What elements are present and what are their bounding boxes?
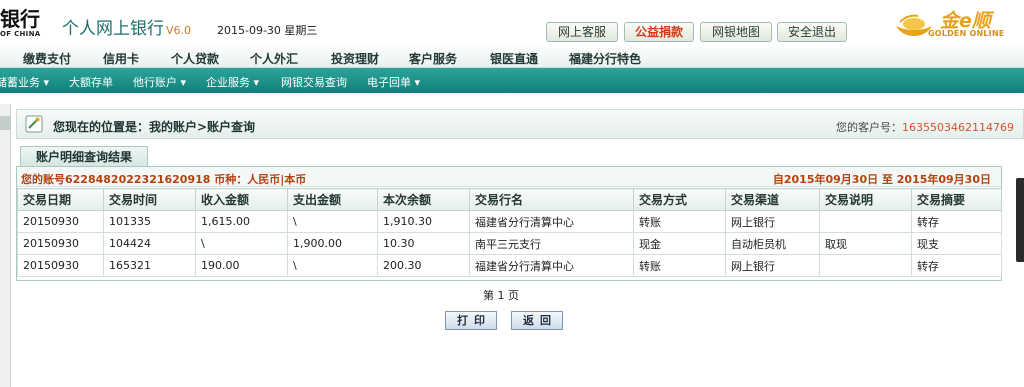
version-label: V6.0	[166, 24, 192, 37]
tab-account-detail-result[interactable]: 账户明细查询结果	[20, 146, 148, 167]
cell: \	[287, 210, 378, 233]
col-expense-amount: 支出金额	[287, 188, 378, 211]
breadcrumb: 您现在的位置是：我的账户>账户查询	[53, 120, 256, 134]
bank-name: 银行	[0, 7, 40, 31]
left-rail-handle[interactable]	[0, 116, 11, 130]
nav-hospital-link[interactable]: 银医直通	[490, 50, 538, 67]
cell: 20150930	[17, 210, 104, 233]
bank-map-button[interactable]: 网银地图	[700, 22, 772, 42]
cell: 网上银行	[725, 254, 820, 277]
cell: 转存	[911, 254, 1002, 277]
cell	[819, 210, 912, 233]
nav-customer-service[interactable]: 客户服务	[409, 50, 457, 67]
cell: 福建省分行清算中心	[469, 254, 634, 277]
right-edge-tab[interactable]	[1016, 178, 1024, 262]
cell: \	[287, 254, 378, 277]
nav-credit-card[interactable]: 信用卡	[103, 50, 139, 67]
table-row: 20150930 104424 \ 1,900.00 10.30 南平三元支行 …	[17, 232, 1002, 255]
charity-donation-button[interactable]: 公益捐款	[624, 22, 694, 42]
nav-personal-forex[interactable]: 个人外汇	[250, 50, 298, 67]
col-trade-method: 交易方式	[633, 188, 726, 211]
golden-online-logo: 金e顺 GOLDEN ONLINE	[894, 6, 1022, 40]
left-rail-scrollbar[interactable]	[0, 104, 11, 387]
cell: 104424	[103, 232, 196, 255]
sub-nav: 储蓄业务 ▾ 大额存单 他行账户 ▾ 企业服务 ▾ 网银交易查询 电子回单 ▾	[0, 68, 1024, 93]
bank-name-english: OF CHINA	[0, 30, 41, 38]
transaction-table: 交易日期 交易时间 收入金额 支出金额 本次余额 交易行名 交易方式 交易渠道 …	[17, 188, 1002, 277]
table-row: 20150930 101335 1,615.00 \ 1,910.30 福建省分…	[17, 210, 1002, 233]
col-trade-summary: 交易摘要	[911, 188, 1002, 211]
nav-bill-payment[interactable]: 缴费支付	[23, 50, 71, 67]
account-number-currency: 您的账号6228482022321620918 币种：人民币|本币	[21, 173, 307, 186]
print-button[interactable]: 打印	[445, 311, 497, 330]
online-service-button[interactable]: 网上客服	[546, 22, 618, 42]
cell: 网上银行	[725, 210, 820, 233]
back-button[interactable]: 返回	[511, 311, 563, 330]
cell: 1,900.00	[287, 232, 378, 255]
cell: 福建省分行清算中心	[469, 210, 634, 233]
col-balance: 本次余额	[377, 188, 470, 211]
nav-personal-loan[interactable]: 个人贷款	[171, 50, 219, 67]
current-date: 2015-09-30 星期三	[217, 24, 318, 37]
cell: 1,615.00	[195, 210, 288, 233]
cell: 现金	[633, 232, 726, 255]
cell: 转账	[633, 210, 726, 233]
col-trade-date: 交易日期	[17, 188, 104, 211]
customer-number-value: 1635503462114769	[902, 121, 1014, 134]
col-trade-channel: 交易渠道	[725, 188, 820, 211]
cell: 10.30	[377, 232, 470, 255]
table-header-row: 交易日期 交易时间 收入金额 支出金额 本次余额 交易行名 交易方式 交易渠道 …	[17, 188, 1002, 211]
location-bar: 您现在的位置是：我的账户>账户查询 您的客户号：1635503462114769	[16, 109, 1024, 139]
cell: 现支	[911, 232, 1002, 255]
cell: 取现	[819, 232, 912, 255]
subnav-e-receipt[interactable]: 电子回单 ▾	[367, 74, 420, 90]
cell: 101335	[103, 210, 196, 233]
subnav-savings[interactable]: 储蓄业务 ▾	[0, 74, 49, 90]
safe-exit-button[interactable]: 安全退出	[777, 22, 847, 42]
subnav-other-bank-account[interactable]: 他行账户 ▾	[133, 74, 186, 90]
cell: 20150930	[17, 254, 104, 277]
cell: 1,910.30	[377, 210, 470, 233]
col-trade-time: 交易时间	[103, 188, 196, 211]
col-bank-name: 交易行名	[469, 188, 634, 211]
nav-fujian-branch[interactable]: 福建分行特色	[569, 50, 641, 67]
nav-investment[interactable]: 投资理财	[331, 50, 379, 67]
cell: 190.00	[195, 254, 288, 277]
cell: \	[195, 232, 288, 255]
cell: 200.30	[377, 254, 470, 277]
cell: 转存	[911, 210, 1002, 233]
cell: 20150930	[17, 232, 104, 255]
col-income-amount: 收入金额	[195, 188, 288, 211]
main-nav: 缴费支付 信用卡 个人贷款 个人外汇 投资理财 客户服务 银医直通 福建分行特色	[0, 44, 1024, 68]
subnav-large-deposit[interactable]: 大额存单	[69, 74, 113, 90]
product-title-text: 个人网上银行	[62, 19, 164, 39]
subnav-enterprise-service[interactable]: 企业服务 ▾	[206, 74, 259, 90]
table-row: 20150930 165321 190.00 \ 200.30 福建省分行清算中…	[17, 254, 1002, 277]
col-trade-note: 交易说明	[819, 188, 912, 211]
cell: 转账	[633, 254, 726, 277]
top-header: 银行 OF CHINA 个人网上银行 V6.0 2015-09-30 星期三 网上…	[0, 0, 1024, 44]
golden-logo-sub: GOLDEN ONLINE	[928, 29, 1005, 38]
cell: 自动柜员机	[725, 232, 820, 255]
page-indicator: 第 1 页	[483, 289, 519, 302]
customer-number-label: 您的客户号：	[836, 121, 902, 134]
cell: 南平三元支行	[469, 232, 634, 255]
cell	[819, 254, 912, 277]
location-icon	[25, 115, 43, 133]
product-title: 个人网上银行 V6.0	[62, 14, 191, 39]
subnav-transaction-query[interactable]: 网银交易查询	[281, 74, 347, 90]
query-date-range: 自2015年09月30日 至 2015年09月30日	[772, 173, 991, 186]
result-panel: 您的账号6228482022321620918 币种：人民币|本币 自2015年…	[16, 166, 1002, 281]
account-info-row: 您的账号6228482022321620918 币种：人民币|本币 自2015年…	[17, 167, 1001, 187]
cell: 165321	[103, 254, 196, 277]
customer-number: 您的客户号：1635503462114769	[836, 119, 1014, 135]
